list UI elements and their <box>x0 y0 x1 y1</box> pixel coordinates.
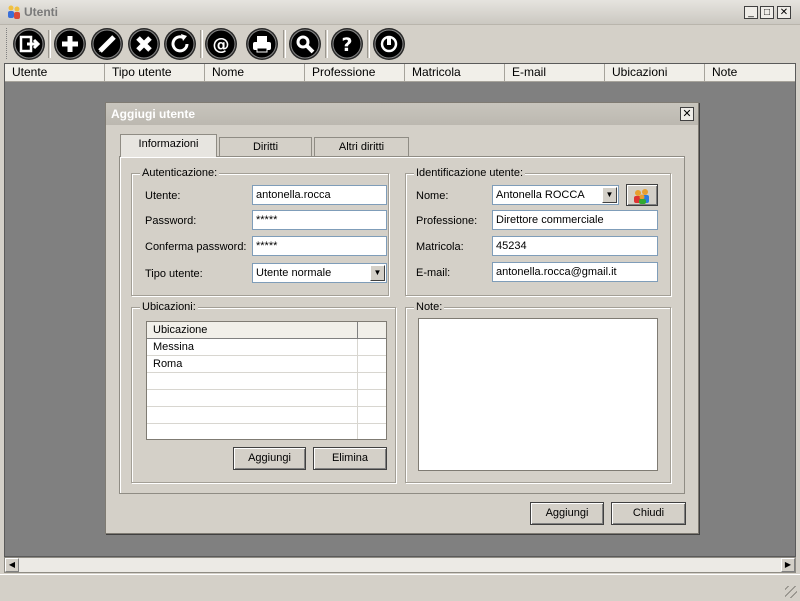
refresh-button[interactable] <box>163 27 197 61</box>
add-user-button[interactable]: Aggiungi <box>530 502 604 525</box>
horizontal-scrollbar[interactable]: ◀ ▶ <box>4 557 796 573</box>
add-location-button[interactable]: Aggiungi <box>233 447 306 470</box>
password-input[interactable]: ***** <box>252 210 387 230</box>
users-icon <box>634 189 649 204</box>
dialog-titlebar[interactable]: Aggiugi utente ✕ <box>106 103 698 125</box>
help-icon: ? <box>341 34 352 56</box>
dialog-close-button[interactable]: ✕ <box>680 107 694 121</box>
chevron-down-icon[interactable]: ▼ <box>602 187 617 203</box>
locations-list-header: Ubicazione <box>147 322 386 339</box>
notes-group-label: Note: <box>414 301 445 313</box>
close-window-button[interactable]: ✕ <box>777 6 791 19</box>
name-label: Nome: <box>416 190 449 202</box>
column-header-matricola[interactable]: Matricola <box>405 64 505 81</box>
email-label: E-mail: <box>416 267 451 279</box>
select-contact-button[interactable] <box>626 184 658 206</box>
tab-informazioni[interactable]: Informazioni <box>120 134 217 157</box>
column-header-ubicazione[interactable]: Ubicazione <box>147 322 358 339</box>
toolbar-separator <box>325 30 328 58</box>
name-value: Antonella ROCCA <box>496 189 585 201</box>
empty-row <box>147 390 386 407</box>
close-icon: ✕ <box>682 108 692 120</box>
maximize-button[interactable]: □ <box>760 6 774 19</box>
locations-group-label: Ubicazioni: <box>140 301 198 313</box>
user-type-value: Utente normale <box>256 267 332 279</box>
scroll-right-button[interactable]: ▶ <box>781 558 795 572</box>
edit-button[interactable] <box>90 27 124 61</box>
user-input[interactable]: antonella.rocca <box>252 185 387 205</box>
scroll-left-button[interactable]: ◀ <box>5 558 19 572</box>
resize-grip[interactable] <box>785 586 797 598</box>
authentication-group-label: Autenticazione: <box>140 167 220 179</box>
notes-textarea[interactable] <box>418 318 658 471</box>
profession-label: Professione: <box>416 215 478 227</box>
user-type-select[interactable]: Utente normale ▼ <box>252 263 387 283</box>
chevron-down-icon[interactable]: ▼ <box>370 265 385 281</box>
tab-panel-informazioni: Autenticazione: Utente: antonella.rocca … <box>119 156 685 494</box>
confirm-password-input[interactable]: ***** <box>252 236 387 256</box>
list-item[interactable]: Messina <box>147 339 386 356</box>
minimize-button[interactable]: _ <box>744 6 758 19</box>
help-button[interactable]: ? <box>330 27 364 61</box>
add-button[interactable] <box>53 27 87 61</box>
confirm-password-label: Conferma password: <box>145 241 247 253</box>
profession-input[interactable]: Direttore commerciale <box>492 210 658 230</box>
empty-row <box>147 373 386 390</box>
users-app-icon <box>8 5 20 19</box>
user-label: Utente: <box>145 190 181 202</box>
name-select[interactable]: Antonella ROCCA ▼ <box>492 185 619 205</box>
power-button[interactable] <box>372 27 406 61</box>
add-user-dialog: Aggiugi utente ✕ Informazioni Diritti Al… <box>105 102 699 534</box>
list-item-label: Roma <box>147 356 358 373</box>
svg-text:?: ? <box>341 34 352 56</box>
toolbar-separator <box>200 30 203 58</box>
column-header-ubicazioni[interactable]: Ubicazioni <box>605 64 705 81</box>
toolbar-separator <box>367 30 370 58</box>
print-button[interactable] <box>245 27 279 61</box>
list-item-label: Messina <box>147 339 358 356</box>
search-button[interactable] <box>288 27 322 61</box>
email-button[interactable]: @ <box>204 27 238 61</box>
toolbar-grip[interactable] <box>6 28 10 59</box>
status-bar <box>0 574 800 601</box>
dialog-title: Aggiugi utente <box>111 107 195 121</box>
svg-text:@: @ <box>213 35 230 55</box>
password-label: Password: <box>145 215 197 227</box>
identification-group-label: Identificazione utente: <box>414 167 526 179</box>
empty-row <box>147 407 386 424</box>
window-titlebar[interactable]: Utenti _ □ ✕ <box>0 0 800 25</box>
column-header-blank <box>358 322 386 339</box>
toolbar: @ ? <box>0 25 800 63</box>
column-header-professione[interactable]: Professione <box>305 64 405 81</box>
column-header-utente[interactable]: Utente <box>5 64 105 81</box>
grid-header: Utente Tipo utente Nome Professione Matr… <box>5 64 795 82</box>
column-header-email[interactable]: E-mail <box>505 64 605 81</box>
toolbar-separator <box>48 30 51 58</box>
matricola-label: Matricola: <box>416 241 464 253</box>
empty-row <box>147 424 386 439</box>
list-item[interactable]: Roma <box>147 356 386 373</box>
column-header-tipo-utente[interactable]: Tipo utente <box>105 64 205 81</box>
user-type-label: Tipo utente: <box>145 268 203 280</box>
column-header-nome[interactable]: Nome <box>205 64 305 81</box>
exit-button[interactable] <box>12 27 46 61</box>
email-input[interactable]: antonella.rocca@gmail.it <box>492 262 658 282</box>
window-title: Utenti <box>24 5 58 19</box>
toolbar-separator <box>283 30 286 58</box>
column-header-note[interactable]: Note <box>705 64 795 81</box>
locations-list[interactable]: Ubicazione Messina Roma <box>146 321 387 440</box>
tab-altri-diritti[interactable]: Altri diritti <box>314 137 409 157</box>
close-button[interactable]: Chiudi <box>611 502 686 525</box>
email-icon: @ <box>213 35 230 55</box>
delete-location-button[interactable]: Elimina <box>313 447 387 470</box>
matricola-input[interactable]: 45234 <box>492 236 658 256</box>
tab-diritti[interactable]: Diritti <box>219 137 312 157</box>
delete-button[interactable] <box>127 27 161 61</box>
